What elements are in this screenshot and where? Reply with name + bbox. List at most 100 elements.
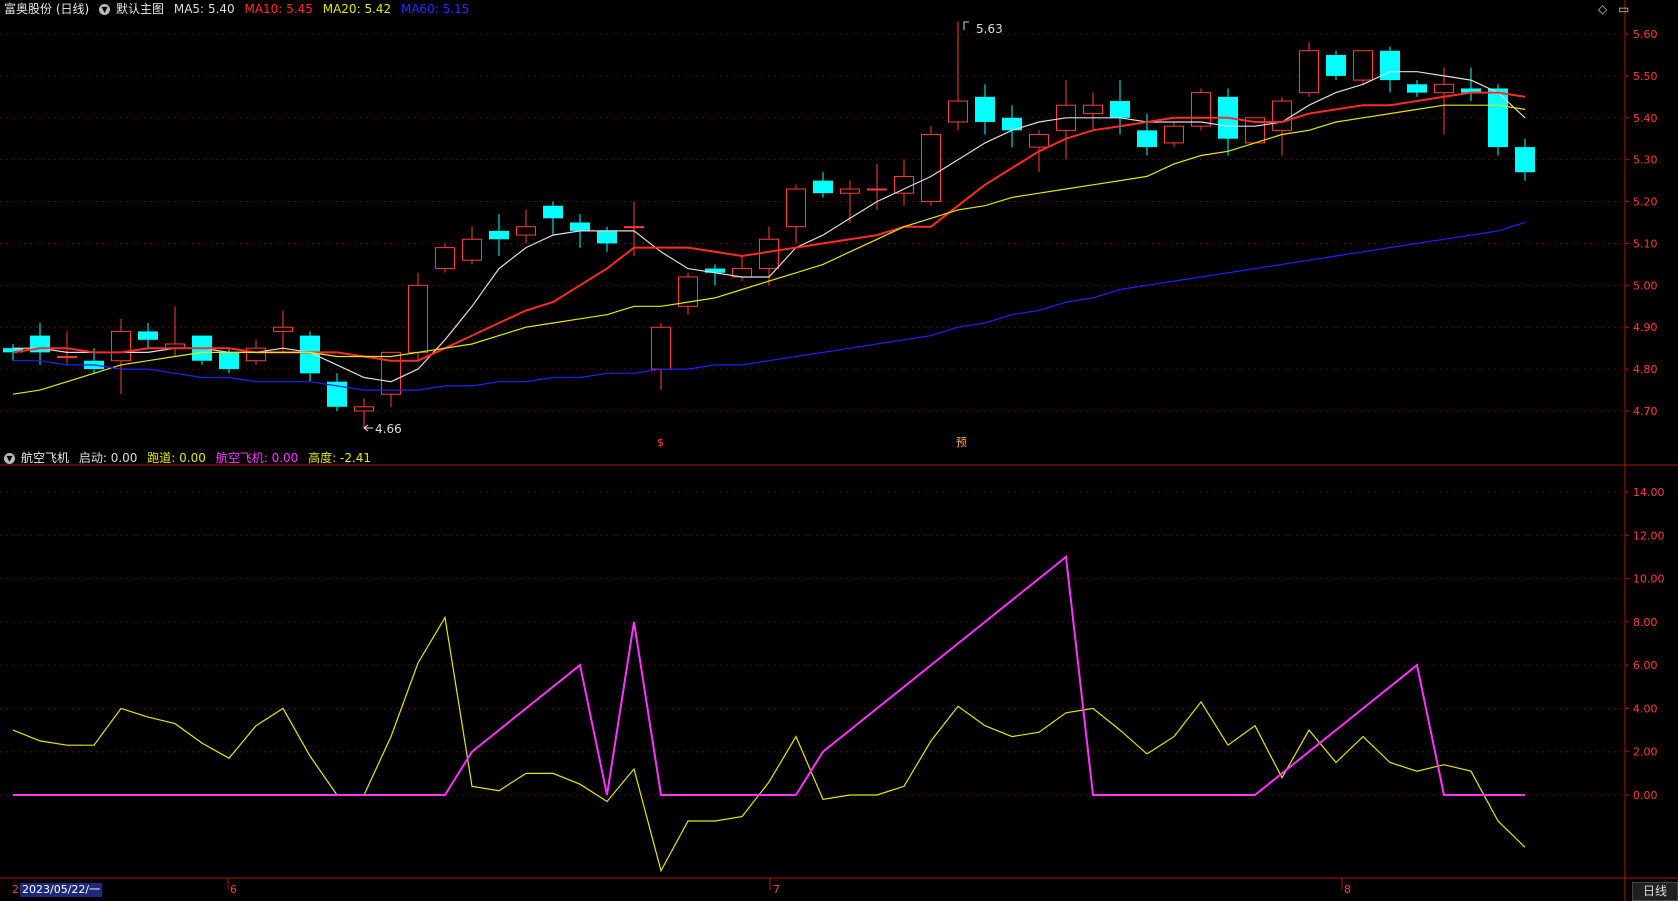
- price-tick-label: 4.90: [1633, 321, 1658, 334]
- template-dropdown-icon[interactable]: ▼: [99, 4, 111, 15]
- low-marker: 4.66: [363, 422, 402, 436]
- candle-body: [1515, 147, 1535, 173]
- candle-body: [1137, 130, 1157, 148]
- candle[interactable]: [1407, 80, 1427, 97]
- candle[interactable]: [1353, 50, 1373, 85]
- height-readout: 高度: -2.41: [308, 451, 372, 465]
- candle[interactable]: [408, 272, 428, 361]
- indicator-name[interactable]: 航空飞机: [21, 451, 69, 465]
- candle[interactable]: [1488, 84, 1508, 156]
- candle-body: [516, 226, 536, 236]
- candle[interactable]: [273, 310, 293, 353]
- candle-body: [300, 335, 320, 374]
- candle-body: [1434, 83, 1454, 94]
- high-marker: 5.63: [963, 21, 1003, 36]
- candle[interactable]: [867, 163, 887, 210]
- candle[interactable]: [705, 264, 725, 286]
- candle-body: [894, 175, 914, 194]
- candle-body: [1380, 50, 1400, 81]
- candle[interactable]: [1056, 80, 1076, 160]
- price-tick-label: 5.40: [1633, 112, 1658, 125]
- candle[interactable]: [192, 335, 212, 365]
- candle[interactable]: [138, 323, 158, 349]
- candle-body: [57, 356, 77, 359]
- indicator-tick-label: 12.00: [1633, 529, 1665, 542]
- indicator-tick-label: 4.00: [1633, 702, 1658, 715]
- candle[interactable]: [462, 226, 482, 265]
- candle[interactable]: [1272, 96, 1292, 156]
- candle[interactable]: [1218, 88, 1238, 156]
- daily-period-tab[interactable]: 日线: [1632, 882, 1678, 901]
- indicator-tick-label: 14.00: [1633, 486, 1665, 499]
- candle-body: [1407, 84, 1427, 93]
- candle[interactable]: [1434, 67, 1454, 135]
- candle-body: [219, 352, 239, 370]
- candle-body: [1164, 125, 1184, 144]
- candle-body: [1326, 54, 1346, 76]
- candle-body: [975, 96, 995, 122]
- time-axis-first: 2: [12, 883, 19, 896]
- indicator-layer: [12, 554, 1526, 873]
- indicator-tick-label: 2.00: [1633, 746, 1658, 759]
- candle-body: [138, 331, 158, 340]
- candle[interactable]: [975, 84, 995, 135]
- candle[interactable]: [1380, 46, 1400, 93]
- indicator-dropdown-icon[interactable]: ▼: [4, 453, 15, 464]
- price-tick-label: 5.30: [1633, 154, 1658, 167]
- time-axis-month-6: 6: [230, 883, 237, 896]
- candle[interactable]: [1299, 42, 1319, 97]
- candle-body: [354, 406, 374, 412]
- price-tick-label: 5.00: [1633, 279, 1658, 292]
- candle-body: [543, 205, 563, 219]
- main-chart-header: 富奥股份 (日线) ▼ 默认主图 MA5: 5.40 MA10: 5.45 MA2…: [4, 1, 475, 17]
- candle[interactable]: [300, 331, 320, 382]
- candle[interactable]: [894, 159, 914, 206]
- candle[interactable]: [921, 126, 941, 206]
- signal-mark-dollar: $: [657, 436, 664, 449]
- candle-body: [273, 326, 293, 332]
- template-name[interactable]: 默认主图: [116, 2, 164, 16]
- candle[interactable]: [489, 214, 509, 257]
- high-marker-label: 5.63: [976, 22, 1003, 36]
- candle-body: [840, 188, 860, 194]
- candle[interactable]: [1515, 138, 1535, 181]
- candle[interactable]: [840, 180, 860, 223]
- candle[interactable]: [948, 21, 968, 131]
- candle[interactable]: [354, 398, 374, 428]
- candle-body: [111, 330, 131, 362]
- candle[interactable]: [1002, 105, 1022, 148]
- candle[interactable]: [1083, 92, 1103, 131]
- ma10-readout: MA10: 5.45: [244, 2, 313, 16]
- indicator-header: ▼ 航空飞机 启动: 0.00 跑道: 0.00 航空飞机: 0.00 高度: -…: [4, 450, 377, 466]
- candle-body: [597, 230, 617, 244]
- candle-body: [1353, 50, 1373, 81]
- candle-body: [381, 351, 401, 395]
- window-icon[interactable]: ▭: [1618, 2, 1629, 16]
- price-tick-label: 5.10: [1633, 237, 1658, 250]
- candle[interactable]: [516, 209, 536, 244]
- candle-body: [1083, 104, 1103, 115]
- candle[interactable]: [813, 172, 833, 198]
- candle[interactable]: [651, 323, 671, 391]
- candle-body: [462, 238, 482, 261]
- candle[interactable]: [543, 201, 563, 236]
- candle[interactable]: [30, 323, 50, 365]
- ma-line-ma10: [12, 91, 1526, 362]
- candle-body: [489, 230, 509, 240]
- candle-body: [246, 347, 266, 362]
- candle[interactable]: [1191, 88, 1211, 131]
- candle-body: [921, 134, 941, 203]
- candle-body: [1191, 92, 1211, 127]
- candle[interactable]: [1164, 121, 1184, 148]
- candle[interactable]: [111, 318, 131, 395]
- candle[interactable]: [435, 243, 455, 273]
- candle[interactable]: [327, 373, 347, 411]
- candle-body: [1272, 100, 1292, 131]
- candle[interactable]: [1326, 50, 1346, 81]
- candle[interactable]: [678, 272, 698, 315]
- price-tick-label: 5.60: [1633, 28, 1658, 41]
- candle[interactable]: [1137, 113, 1157, 156]
- candle[interactable]: [1461, 67, 1481, 102]
- candle[interactable]: [786, 184, 806, 244]
- diamond-icon[interactable]: ◇: [1598, 2, 1607, 16]
